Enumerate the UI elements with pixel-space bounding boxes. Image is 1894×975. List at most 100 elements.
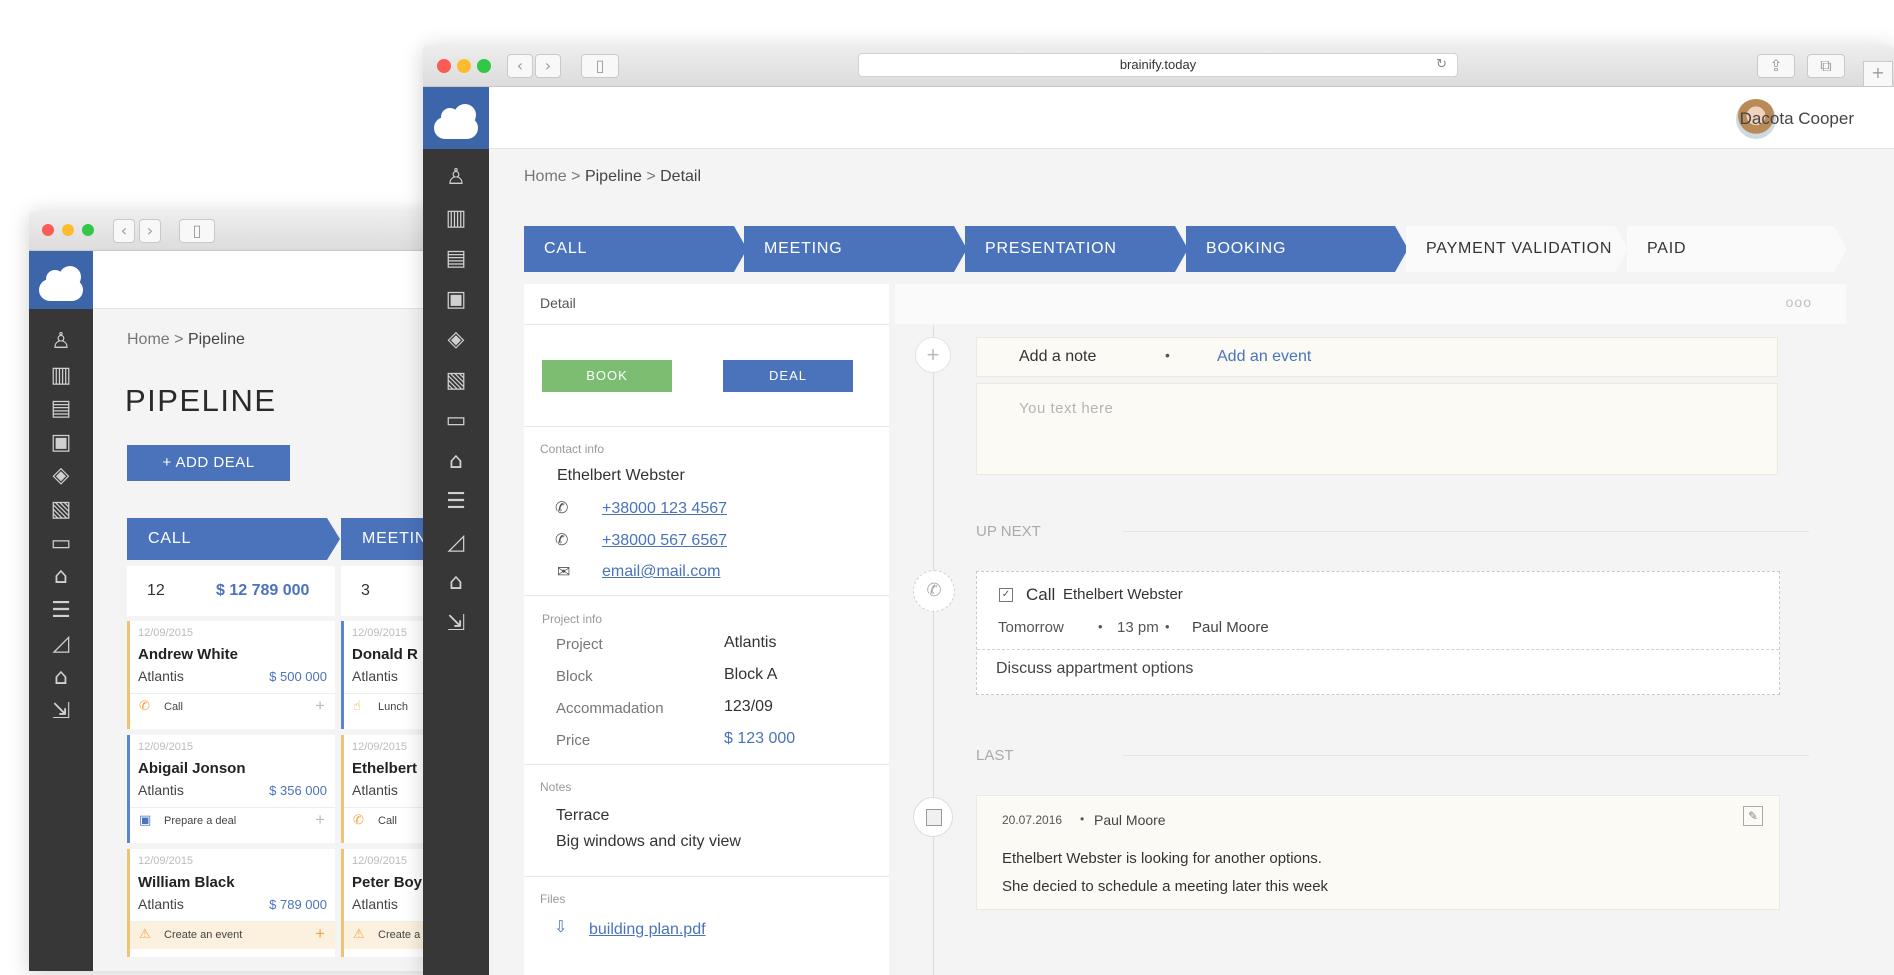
more-options-icon[interactable]: ooo [1786,294,1812,310]
close-dot-icon[interactable] [42,224,54,236]
edit-icon[interactable]: ✎ [1743,806,1763,826]
sidebar-bank-icon[interactable]: ⌂ [444,449,468,477]
project-label: Accommadation [556,700,664,717]
card-add-icon[interactable]: + [315,924,325,944]
address-bar[interactable]: brainify.today ↻ [858,53,1458,77]
card-action-label: Prepare a deal [164,815,237,827]
card-action-bar[interactable]: ⚠ Create an event + [130,921,335,949]
note-dot: • [1080,812,1085,826]
detail-title: Detail [540,295,576,311]
logo[interactable] [423,87,489,149]
add-note-tab[interactable]: Add a note [1019,348,1096,366]
last-note-card: 20.07.2016 • Paul Moore ✎ Ethelbert Webs… [976,795,1780,910]
forward-nav-icon[interactable]: › [535,54,561,78]
reload-icon[interactable]: ↻ [1436,54,1447,76]
email-link[interactable]: email@mail.com [602,563,720,581]
checkbox-icon[interactable]: ✓ [999,588,1013,602]
book-button[interactable]: BOOK [542,360,672,392]
sidebar-export-icon[interactable]: ⇲ [444,611,468,639]
stage-payment-validation[interactable]: PAYMENT VALIDATION [1406,226,1628,272]
contact-heading: Contact info [540,442,605,456]
sidebar-handshake-icon[interactable]: ◈ [444,327,468,355]
add-circle-icon[interactable]: + [915,337,951,373]
card-project: Atlantis [138,896,184,912]
deal-card[interactable]: 12/09/2015 Abigail Jonson Atlantis $ 356 00… [127,735,335,843]
minimize-dot-icon[interactable] [62,224,74,236]
new-tab-icon[interactable]: + [1863,61,1893,87]
forward-nav-icon[interactable]: › [139,219,161,243]
back-logo[interactable] [29,251,93,309]
sidebar-list-icon[interactable]: ☰ [444,489,468,517]
deal-card[interactable]: 12/09/2015 Andrew White Atlantis $ 500 000 ✆… [127,621,335,729]
phone-link-2[interactable]: +38000 567 6567 [602,532,727,550]
crumb-sep: > [646,168,656,185]
phone-link-1[interactable]: +38000 123 4567 [602,500,727,518]
column-stage-header[interactable]: CALL [127,518,340,560]
sidebar-handshake-icon[interactable]: ◈ [49,463,73,491]
card-date: 12/09/2015 [352,855,408,867]
share-icon[interactable]: ⇪ [1757,54,1795,78]
sidebar-user-icon[interactable]: ♙ [444,165,468,193]
deal-card[interactable]: 12/09/2015 William Black Atlantis $ 789 000… [127,849,335,957]
task-card[interactable]: ✓ Call Ethelbert Webster Tomorrow • 13 p… [976,571,1780,695]
card-add-icon[interactable]: + [315,696,325,716]
add-deal-button[interactable]: + ADD DEAL [127,445,290,481]
divider [524,426,889,427]
note-textarea[interactable]: You text here [976,383,1778,475]
crumb-pipeline-link[interactable]: Pipeline [585,168,642,185]
stage-call[interactable]: CALL [524,226,747,272]
sidebar-document-search-icon[interactable]: ▧ [49,497,73,525]
activity-header: ooo [895,284,1846,324]
stage-meeting[interactable]: MEETING [744,226,967,272]
tabs-icon[interactable]: ⧉ [1807,54,1845,78]
close-dot-icon[interactable] [437,59,451,73]
zoom-dot-icon[interactable] [477,59,491,73]
sidebar-city-icon[interactable]: ▤ [49,396,73,424]
stage-booking[interactable]: BOOKING [1186,226,1408,272]
sidebar-buildings-icon[interactable]: ▥ [49,363,73,391]
sidebar-chart-icon[interactable]: ◿ [49,631,73,659]
sidebar-chart-icon[interactable]: ◿ [444,530,468,558]
file-link[interactable]: building plan.pdf [589,921,706,939]
card-add-icon[interactable]: + [315,810,325,830]
user-name[interactable]: Dacota Cooper [1740,109,1854,129]
minimize-dot-icon[interactable] [457,59,471,73]
back-nav-icon[interactable]: ‹ [113,219,135,243]
task-dot: • [1165,619,1170,634]
back-nav-icon[interactable]: ‹ [507,54,533,78]
stage-presentation[interactable]: PRESENTATION [965,226,1188,272]
sidebar-user-icon[interactable]: ♙ [49,329,73,357]
sidebar-house-icon[interactable]: ⌂ [444,570,468,598]
divider [524,324,889,325]
sidebar-box-icon[interactable]: ▣ [444,287,468,315]
section-rule [1123,755,1809,756]
add-event-tab[interactable]: Add an event [1217,348,1311,366]
notes-line-1: Terrace [556,807,610,824]
task-description: Discuss appartment options [996,660,1194,677]
stage-paid[interactable]: PAID [1627,226,1847,272]
sidebar-city-icon[interactable]: ▤ [444,246,468,274]
sidebar-export-icon[interactable]: ⇲ [49,699,73,727]
sidebar-house-icon[interactable]: ⌂ [49,665,73,693]
sidebar-document-search-icon[interactable]: ▧ [444,368,468,396]
sidebar-buildings-icon[interactable]: ▥ [444,206,468,234]
card-date: 12/09/2015 [352,741,408,753]
project-label: Price [556,732,591,749]
sidebar-box-icon[interactable]: ▣ [49,430,73,458]
files-heading: Files [540,892,566,906]
sidebar-card-icon[interactable]: ▭ [444,408,468,436]
crumb-home-link[interactable]: Home [127,331,170,348]
crumb-home-link[interactable]: Home [524,168,567,185]
section-rule [1123,531,1809,532]
sidebar-toggle-icon[interactable]: ▯ [179,219,215,243]
card-action-bar[interactable]: ▣ Prepare a deal + [130,807,335,835]
app-header: Dacota Cooper [489,87,1894,149]
sidebar-toggle-icon[interactable]: ▯ [581,54,619,78]
zoom-dot-icon[interactable] [82,224,94,236]
deal-button[interactable]: DEAL [723,360,853,392]
card-action-bar[interactable]: ✆ Call + [130,693,335,721]
sidebar-list-icon[interactable]: ☰ [49,598,73,626]
sidebar-card-icon[interactable]: ▭ [49,531,73,559]
sidebar-bank-icon[interactable]: ⌂ [49,564,73,592]
note-date: 20.07.2016 [1002,813,1063,827]
